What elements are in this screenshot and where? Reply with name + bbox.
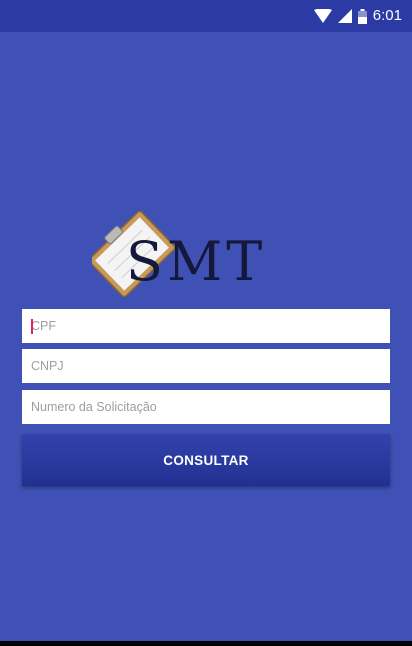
logo-text: SMT bbox=[126, 230, 266, 293]
signal-icon bbox=[337, 9, 352, 23]
solicitacao-field[interactable] bbox=[22, 390, 390, 424]
consultar-button-label: CONSULTAR bbox=[163, 452, 249, 468]
status-bar: 6:01 bbox=[0, 0, 412, 32]
wifi-icon bbox=[313, 9, 332, 23]
status-time: 6:01 bbox=[372, 7, 402, 24]
consultar-button[interactable]: CONSULTAR bbox=[22, 434, 390, 486]
cpf-field[interactable] bbox=[22, 309, 390, 343]
navigation-bar bbox=[0, 641, 412, 646]
battery-icon bbox=[357, 8, 367, 24]
cnpj-input[interactable] bbox=[31, 349, 381, 383]
solicitacao-input[interactable] bbox=[31, 390, 381, 424]
cpf-input[interactable] bbox=[31, 309, 381, 343]
status-icons: 6:01 bbox=[313, 7, 402, 25]
text-cursor bbox=[31, 319, 33, 334]
cnpj-field[interactable] bbox=[22, 349, 390, 383]
app-screen: SMT CONSULTAR bbox=[0, 32, 412, 641]
app-logo: SMT bbox=[88, 208, 322, 308]
